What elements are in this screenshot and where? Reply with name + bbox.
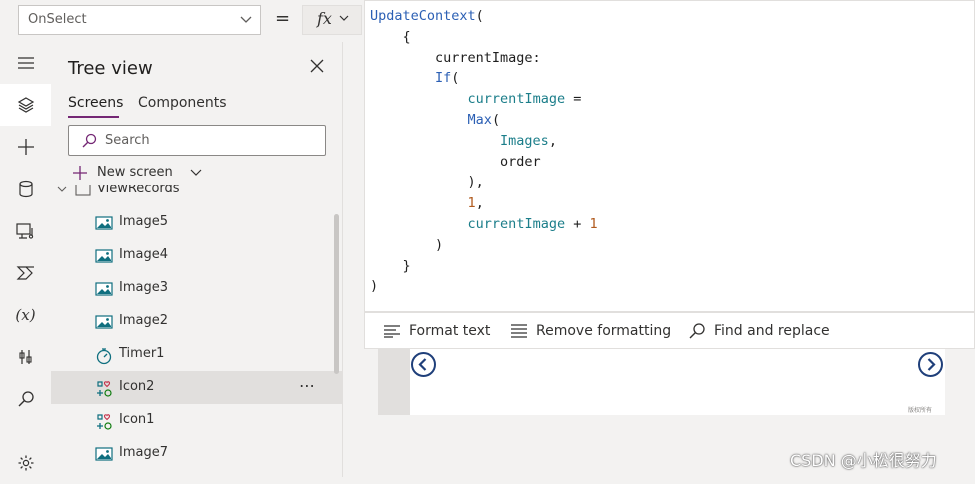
tree-item-label: Icon1 [119,412,155,427]
format-text-icon [384,325,400,338]
screen-icon [75,185,91,196]
hamburger-menu-icon[interactable] [0,42,51,84]
tree-item-icon1[interactable]: Icon1 [51,404,342,437]
image-icon [95,446,113,462]
property-value: OnSelect [28,12,87,27]
chevron-down-icon [240,11,252,32]
tree-item-icon2[interactable]: Icon2 ⋯ [51,371,342,404]
tree-item-image7[interactable]: Image7 [51,437,342,470]
search-input[interactable]: Search [68,125,326,156]
formula-editor[interactable]: UpdateContext( { currentImage: If( curre… [364,0,975,312]
search-icon[interactable] [0,378,51,420]
formula-code[interactable]: UpdateContext( { currentImage: If( curre… [370,6,598,297]
tab-components[interactable]: Components [138,95,227,111]
close-icon[interactable] [307,56,327,76]
tree-item-image4[interactable]: Image4 [51,239,342,272]
tree-list: ViewRecords Image5 Image4 Image3 Image2 Time… [51,185,342,477]
format-text-label: Format text [409,323,491,339]
settings-gear-icon[interactable] [0,442,51,484]
variables-icon[interactable]: (x) [0,294,51,336]
chevron-down-icon [190,169,202,176]
formula-toolbar: Format text Remove formatting Find and r… [364,312,975,349]
media-icon[interactable] [0,210,51,252]
more-options-icon[interactable]: ⋯ [299,376,316,395]
tree-item-timer1[interactable]: Timer1 [51,338,342,371]
left-rail: (x) [0,42,51,477]
tree-item-label: Timer1 [119,346,165,361]
search-icon [689,323,705,339]
tree-item-label: Image2 [119,313,168,328]
find-and-replace-label: Find and replace [714,323,830,339]
app-preview-screen[interactable] [410,345,945,415]
chevron-right-circle-icon[interactable] [917,351,944,378]
scrollbar[interactable] [334,214,339,374]
remove-formatting-icon [511,324,527,338]
chevron-left-circle-icon[interactable] [410,351,437,378]
image-icon [95,314,113,330]
chevron-down-icon [57,186,67,192]
property-dropdown[interactable]: OnSelect [18,5,261,35]
tree-item-label: Icon2 [119,379,155,394]
tree-view-panel: Tree view Screens Components Search New … [51,42,343,477]
remove-formatting-label: Remove formatting [536,323,672,339]
search-placeholder: Search [105,133,150,148]
plus-icon [73,166,87,180]
image-icon [95,215,113,231]
fx-button[interactable]: fx [302,5,362,35]
tree-item-label: Image7 [119,445,168,460]
new-screen-label: New screen [97,165,173,180]
tree-item-label: Image5 [119,214,168,229]
panel-title: Tree view [68,58,153,79]
plus-icon[interactable] [0,126,51,168]
search-icon [82,133,97,148]
tools-icon[interactable] [0,336,51,378]
image-icon [95,281,113,297]
tree-item-image3[interactable]: Image3 [51,272,342,305]
database-icon[interactable] [0,168,51,210]
tree-item-image5[interactable]: Image5 [51,206,342,239]
image-icon [95,248,113,264]
equals-sign: = [275,8,291,29]
active-tab-indicator [68,116,119,118]
watermark-text: CSDN @小松很努力 [790,451,937,470]
fx-label: fx [317,9,332,28]
tree-item-label: Image3 [119,280,168,295]
power-automate-icon[interactable] [0,252,51,294]
tree-item-screen[interactable]: ViewRecords [51,185,342,206]
tab-screens[interactable]: Screens [68,95,123,111]
icon-control-icon [95,413,113,430]
tree-item-label: Image4 [119,247,168,262]
chevron-down-icon [339,13,349,26]
tree-item-label: ViewRecords [97,185,180,196]
timer-icon [95,347,113,365]
layers-icon[interactable] [0,84,51,126]
canvas-small-text: 版权所有 [908,407,933,414]
icon-control-icon [95,380,113,397]
tree-item-image2[interactable]: Image2 [51,305,342,338]
